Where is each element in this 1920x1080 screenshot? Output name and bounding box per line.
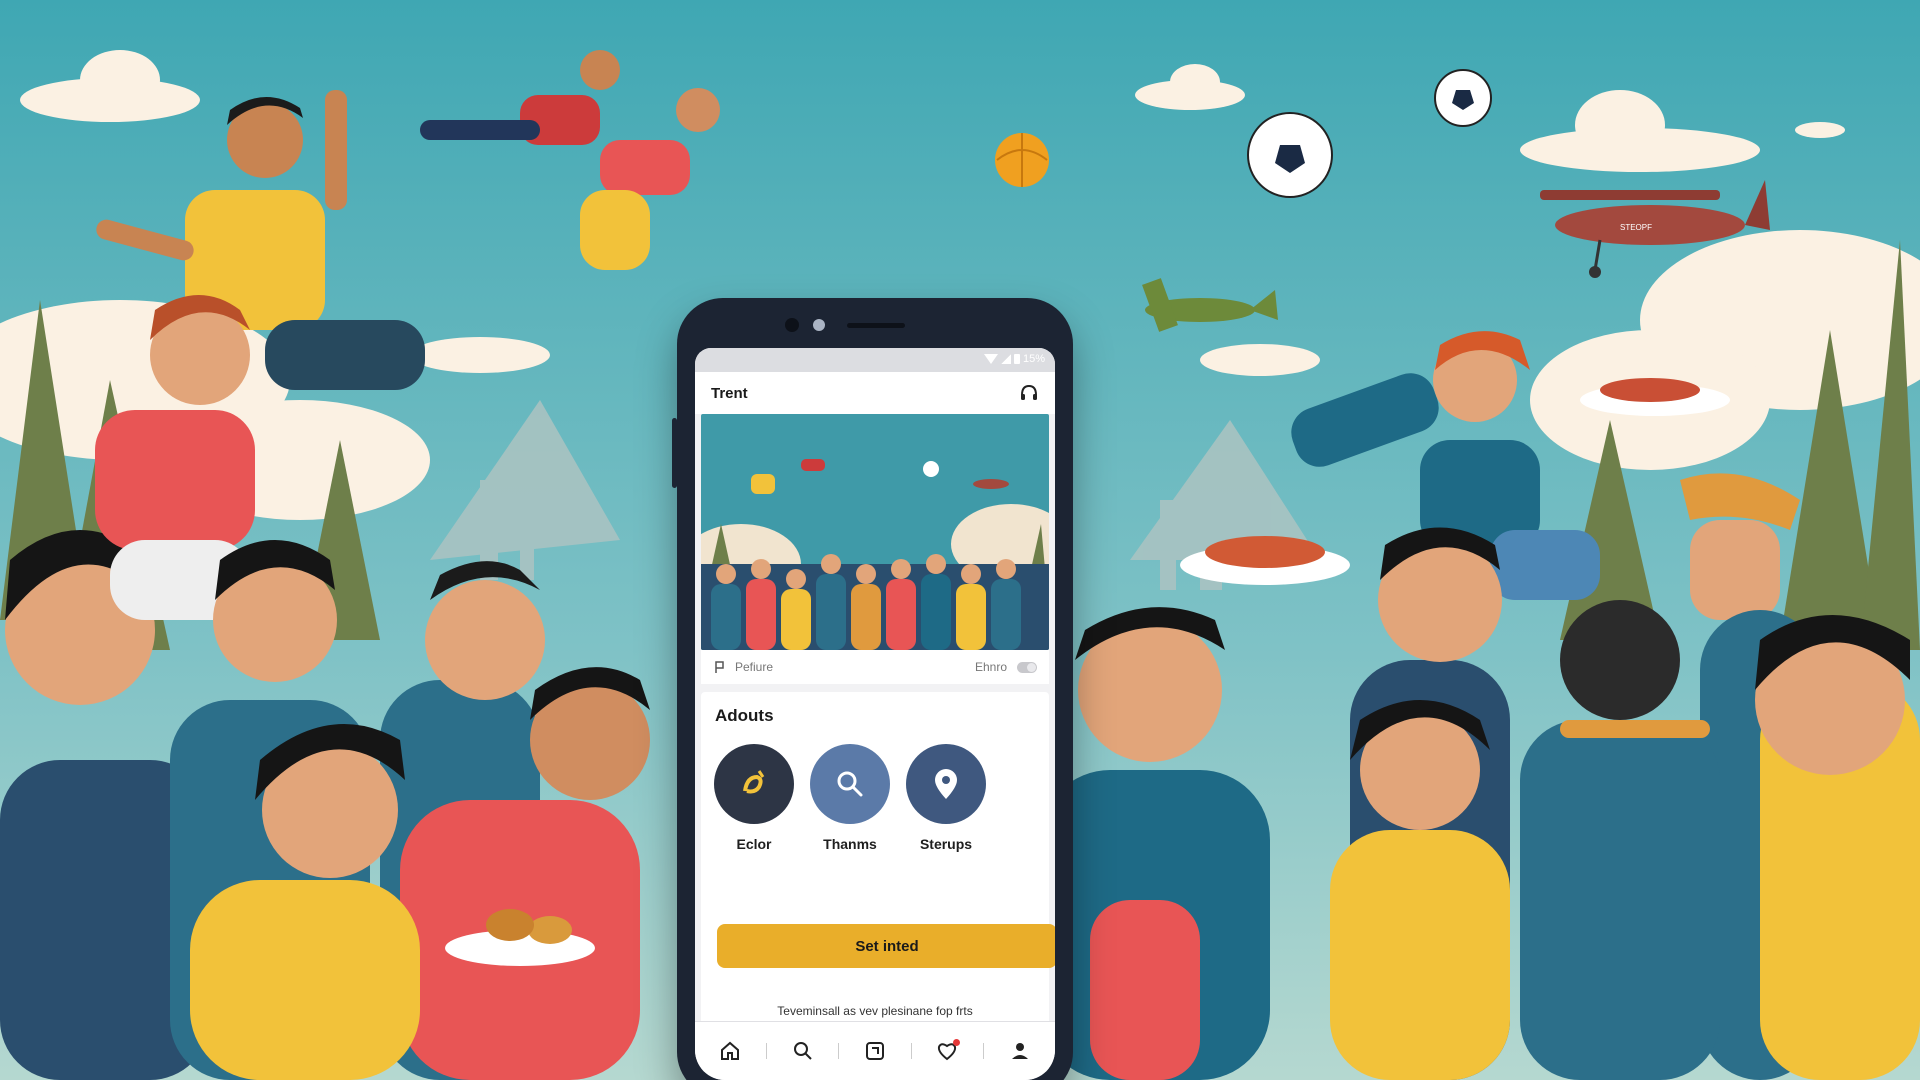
nav-divider xyxy=(765,1043,767,1059)
heart-icon[interactable] xyxy=(932,1036,962,1066)
hero-illustration xyxy=(701,414,1049,650)
nav-divider xyxy=(838,1043,840,1059)
battery-text: 15% xyxy=(1022,353,1045,365)
feature-item-sterups[interactable]: Sterups xyxy=(905,744,987,852)
status-bar: 15% xyxy=(695,348,1055,372)
content-card: Adouts Eclor Thanms Sterups Set inted Te… xyxy=(701,692,1055,1072)
feature-label: Sterups xyxy=(919,836,973,852)
footer-note: Teveminsall as vev plesinane fop frts xyxy=(777,1004,973,1018)
caption-right-label: Ehnro xyxy=(974,660,1007,674)
phone-device: 15% Trent Pefiure Ehnro Adouts Eclor Tha… xyxy=(672,298,1073,1080)
get-started-button[interactable]: Set inted xyxy=(717,924,1055,968)
signal-icon xyxy=(1000,354,1011,364)
headphones-icon[interactable] xyxy=(1019,383,1039,403)
hero-image[interactable] xyxy=(701,414,1049,650)
hero-caption: Pefiure Ehnro xyxy=(701,650,1049,684)
bottom-nav xyxy=(695,1021,1055,1080)
search-icon[interactable] xyxy=(788,1036,818,1066)
airplane-text: STEOPF xyxy=(1620,223,1652,232)
front-camera xyxy=(785,318,799,332)
location-pin-icon[interactable] xyxy=(906,744,986,824)
home-icon[interactable] xyxy=(715,1036,745,1066)
phone-side-button xyxy=(672,418,677,488)
notification-badge xyxy=(953,1039,961,1046)
feature-label: Thanms xyxy=(823,836,877,852)
feature-item-thanms[interactable]: Thanms xyxy=(809,744,891,852)
nav-divider xyxy=(910,1043,912,1059)
feature-item-eclor[interactable]: Eclor xyxy=(713,744,795,852)
sensor xyxy=(813,319,825,331)
illustration-scene: STEOPF 15% Trent Pefiure Ehnro Adouts Ec… xyxy=(0,0,1920,1080)
feature-circles: Eclor Thanms Sterups xyxy=(713,744,987,852)
feature-label: Eclor xyxy=(736,836,772,852)
wifi-icon xyxy=(983,354,998,364)
search-icon[interactable] xyxy=(810,744,890,824)
caption-toggle[interactable] xyxy=(1017,661,1037,673)
flag-icon xyxy=(715,661,724,673)
nav-divider xyxy=(982,1043,984,1059)
app-title: Trent xyxy=(711,384,748,402)
earpiece-speaker xyxy=(847,323,905,328)
profile-icon[interactable] xyxy=(1005,1036,1035,1066)
phone-screen: 15% Trent Pefiure Ehnro Adouts Eclor Tha… xyxy=(695,348,1055,1080)
battery-icon xyxy=(1013,354,1020,364)
caption-left-label: Pefiure xyxy=(735,660,774,674)
compass-pen-icon[interactable] xyxy=(714,744,794,824)
status-icons: 15% xyxy=(983,353,1045,365)
add-post-icon[interactable] xyxy=(860,1036,890,1066)
section-title: Adouts xyxy=(715,706,774,725)
app-bar: Trent xyxy=(695,372,1055,414)
